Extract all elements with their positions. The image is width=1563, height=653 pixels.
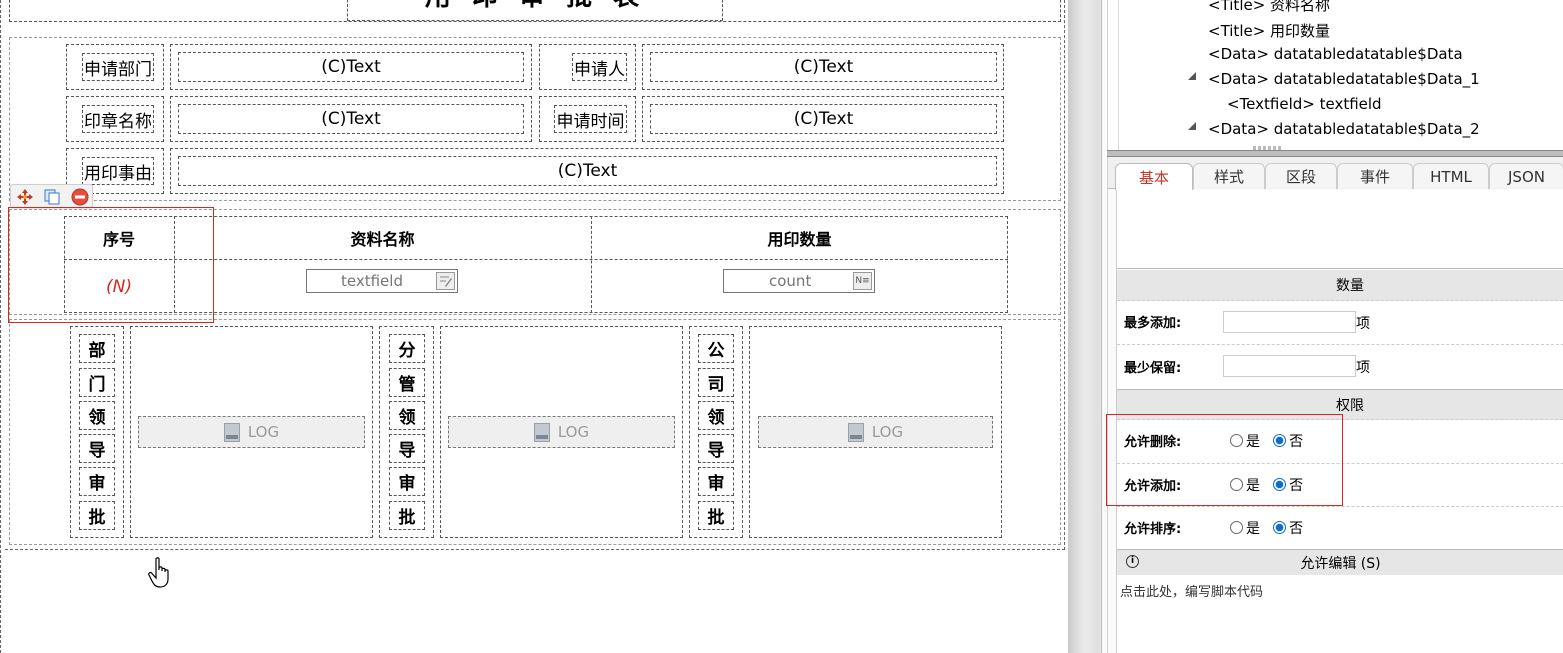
approval-char: 领: [698, 401, 734, 430]
text-field-dept[interactable]: (C)Text: [178, 52, 524, 82]
delete-icon[interactable]: [71, 188, 89, 206]
header-doc-name: 资料名称: [350, 229, 415, 249]
approval-char: 公: [698, 334, 734, 363]
tab-section[interactable]: 区段: [1265, 163, 1337, 189]
approval-char: 部: [79, 334, 115, 363]
text-field-reason[interactable]: (C)Text: [178, 156, 997, 186]
move-icon[interactable]: [16, 188, 34, 206]
textfield-placeholder: textfield: [341, 272, 403, 290]
number-icon: N≡: [853, 272, 872, 290]
form-title: 用 印 审 批 表: [348, 0, 722, 13]
approval-char: 司: [698, 368, 734, 397]
tab-basic[interactable]: 基本: [1115, 163, 1193, 190]
approval-char: 导: [698, 434, 734, 463]
form-bottom-border: [5, 549, 1065, 550]
log-label: LOG: [871, 423, 904, 441]
allow-sort-options: 是 否: [1230, 517, 1311, 537]
selection-highlight: [8, 207, 214, 323]
option-no: 否: [1289, 520, 1304, 537]
tab-style[interactable]: 样式: [1193, 163, 1265, 189]
text-field-applicant[interactable]: (C)Text: [650, 52, 997, 82]
tree-expander-icon[interactable]: [1188, 122, 1196, 130]
text-field-seal[interactable]: (C)Text: [178, 104, 524, 134]
approval-char: 门: [79, 368, 115, 397]
tree-item[interactable]: <Data> datatabledatatable$Data_1: [1208, 70, 1480, 90]
approval-char: 批: [79, 501, 115, 530]
tree-item[interactable]: <Data> datatabledatatable$Data_2: [1208, 120, 1480, 140]
approval-char: 导: [389, 434, 425, 463]
approval-char: 导: [79, 434, 115, 463]
approval-char: 批: [389, 501, 425, 530]
approval-char: 领: [79, 401, 115, 430]
permission-highlight: [1106, 414, 1343, 506]
element-toolbar: [10, 184, 93, 208]
count-placeholder: count: [769, 272, 812, 290]
allow-sort-no-radio[interactable]: [1273, 521, 1287, 534]
row-divider: [1117, 506, 1563, 507]
tab-json[interactable]: JSON: [1489, 163, 1563, 189]
log-file-icon: [847, 422, 864, 442]
header-seal-count: 用印数量: [767, 229, 832, 249]
script-editor-hint[interactable]: 点击此处，编写脚本代码: [1120, 581, 1263, 600]
log-file-icon: [533, 422, 550, 442]
approval-char: 审: [698, 467, 734, 496]
approval-char: 审: [79, 467, 115, 496]
tree-vertical-guide: [1118, 0, 1119, 150]
hand-cursor-icon: [148, 557, 172, 589]
panel-divider[interactable]: [1107, 150, 1563, 157]
edit-icon: [436, 272, 455, 290]
tree-item[interactable]: <Title> 资料名称: [1208, 0, 1330, 14]
tab-html[interactable]: HTML: [1413, 163, 1489, 189]
label-seal-reason: 用印事由: [82, 157, 154, 185]
tree-item[interactable]: <Data> datatabledatatable$Data: [1208, 45, 1463, 65]
tab-events[interactable]: 事件: [1337, 163, 1413, 189]
log-label: LOG: [247, 423, 280, 441]
textfield-input[interactable]: textfield: [306, 269, 458, 293]
info-icon: i: [1126, 555, 1139, 568]
label-apply-time: 申请时间: [554, 105, 627, 133]
splitter-rail: [1101, 0, 1106, 653]
tree-item[interactable]: <Title> 用印数量: [1208, 20, 1330, 40]
option-yes: 是: [1246, 520, 1260, 537]
form-right-border: [1064, 0, 1065, 550]
text-field-time[interactable]: (C)Text: [650, 104, 997, 134]
form-title-box[interactable]: 用 印 审 批 表: [347, 0, 723, 21]
label-seal-name: 印章名称: [82, 105, 154, 133]
tree-expander-icon[interactable]: [1188, 72, 1196, 80]
allow-sort-yes-radio[interactable]: [1230, 521, 1243, 534]
row-divider: [1117, 344, 1563, 345]
log-button-dept[interactable]: LOG: [138, 416, 365, 448]
label-applicant: 申请人: [572, 53, 627, 81]
max-add-label: 最多添加:: [1124, 315, 1182, 331]
empty-property-area: [1117, 190, 1563, 269]
approval-char: 批: [698, 501, 734, 530]
log-label: LOG: [557, 423, 590, 441]
allow-sort-label: 允许排序:: [1124, 521, 1182, 537]
approval-char: 审: [389, 467, 425, 496]
approval-char: 管: [389, 368, 425, 397]
approval-char: 领: [389, 401, 425, 430]
min-keep-label: 最少保留:: [1124, 360, 1182, 376]
max-add-unit: 项: [1356, 316, 1370, 332]
log-file-icon: [223, 422, 240, 442]
count-input[interactable]: count N≡: [723, 269, 875, 293]
approval-char: 分: [389, 334, 425, 363]
allow-edit-label: 允许编辑 (S): [1300, 555, 1381, 572]
structure-tree: <Title> 资料名称 <Title> 用印数量 <Data> datatab…: [1107, 0, 1563, 150]
min-keep-unit: 项: [1356, 360, 1370, 376]
tree-item[interactable]: <Textfield> textfield: [1227, 95, 1382, 115]
designer-canvas: 用 印 审 批 表 申请部门 (C)Text 申请人 (C)Text 印章名称 …: [0, 0, 1068, 653]
copy-icon[interactable]: [43, 188, 61, 206]
min-keep-input[interactable]: [1223, 355, 1356, 377]
label-apply-dept: 申请部门: [82, 53, 154, 81]
max-add-input[interactable]: [1223, 311, 1356, 333]
section-quantity: 数量: [1117, 270, 1563, 301]
log-button-company[interactable]: LOG: [758, 416, 993, 448]
log-button-branch[interactable]: LOG: [448, 416, 675, 448]
allow-edit-bar[interactable]: i 允许编辑 (S): [1117, 549, 1563, 575]
properties-panel: 基本 样式 区段 事件 HTML JSON 数量 最多添加: 项 最少保留: 项…: [1106, 157, 1563, 653]
